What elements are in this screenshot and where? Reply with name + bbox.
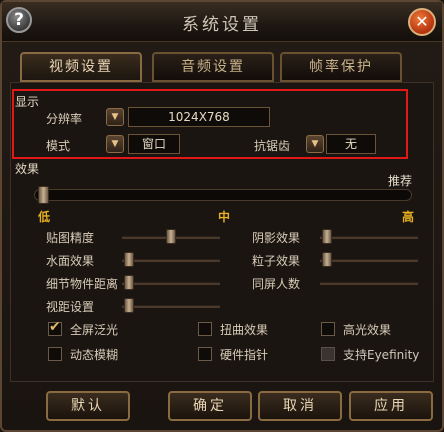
- tab-frame-rate-protection[interactable]: 帧率保护: [280, 52, 402, 82]
- apply-button[interactable]: 应用: [349, 391, 433, 421]
- triangle-down-icon: ▼: [311, 139, 319, 149]
- hardware-cursor-label: 硬件指针: [220, 348, 269, 362]
- settings-window: ? 系统设置 ✕ 视频设置 音频设置 帧率保护 显示 分辨率 ▼ 1024X76…: [0, 0, 444, 432]
- texture-quality-label: 贴图精度: [46, 231, 95, 245]
- same-screen-players-label: 同屏人数: [252, 277, 301, 291]
- mode-select[interactable]: 窗口: [128, 134, 180, 154]
- shadow-effect-slider[interactable]: [320, 236, 418, 239]
- antialias-label: 抗锯齿: [254, 139, 291, 153]
- specular-effect-label: 高光效果: [343, 323, 392, 337]
- triangle-down-icon: ▼: [111, 112, 119, 122]
- hardware-cursor-checkbox[interactable]: [198, 347, 212, 361]
- particle-effect-handle[interactable]: [322, 252, 332, 267]
- quality-slider-handle[interactable]: [38, 186, 49, 204]
- view-distance-slider[interactable]: [122, 305, 220, 308]
- recommended-label: 推荐: [388, 174, 413, 188]
- default-button[interactable]: 默认: [46, 391, 130, 421]
- title-bar: ? 系统设置 ✕: [2, 2, 442, 42]
- same-screen-players-slider[interactable]: [320, 282, 418, 285]
- antialias-select[interactable]: 无: [326, 134, 376, 154]
- fullscreen-bloom-checkbox[interactable]: [48, 319, 62, 336]
- view-distance-label: 视距设置: [46, 300, 95, 314]
- motion-blur-label: 动态模糊: [70, 348, 119, 362]
- window-title: 系统设置: [182, 15, 262, 35]
- mode-dropdown-button[interactable]: ▼: [106, 135, 124, 153]
- resolution-select[interactable]: 1024X768: [128, 107, 270, 127]
- effects-section-label: 效果: [15, 162, 40, 176]
- fullscreen-bloom-label: 全屏泛光: [70, 323, 119, 337]
- tab-video-settings[interactable]: 视频设置: [20, 52, 142, 82]
- view-distance-handle[interactable]: [124, 298, 134, 313]
- water-effect-slider[interactable]: [122, 259, 220, 262]
- close-button[interactable]: ✕: [408, 8, 436, 36]
- distortion-effect-checkbox[interactable]: [198, 322, 212, 336]
- motion-blur-checkbox[interactable]: [48, 347, 62, 361]
- shadow-effect-label: 阴影效果: [252, 231, 301, 245]
- cancel-button[interactable]: 取消: [258, 391, 342, 421]
- eyefinity-label: 支持Eyefinity: [343, 348, 420, 362]
- triangle-down-icon: ▼: [111, 139, 119, 149]
- resolution-label: 分辨率: [46, 112, 83, 126]
- level-mid-label: 中: [218, 210, 231, 224]
- detail-distance-slider[interactable]: [122, 282, 220, 285]
- texture-quality-handle[interactable]: [166, 229, 176, 244]
- water-effect-label: 水面效果: [46, 254, 95, 268]
- particle-effect-slider[interactable]: [320, 259, 418, 262]
- detail-distance-handle[interactable]: [124, 275, 134, 290]
- eyefinity-checkbox: [321, 347, 335, 361]
- distortion-effect-label: 扭曲效果: [220, 323, 269, 337]
- quality-slider-track[interactable]: [34, 189, 412, 201]
- specular-effect-checkbox[interactable]: [321, 322, 335, 336]
- water-effect-handle[interactable]: [124, 252, 134, 267]
- tab-audio-settings[interactable]: 音频设置: [152, 52, 274, 82]
- antialias-dropdown-button[interactable]: ▼: [306, 135, 324, 153]
- level-low-label: 低: [38, 210, 51, 224]
- ok-button[interactable]: 确定: [168, 391, 252, 421]
- resolution-dropdown-button[interactable]: ▼: [106, 108, 124, 126]
- level-high-label: 高: [402, 210, 415, 224]
- shadow-effect-handle[interactable]: [322, 229, 332, 244]
- close-icon: ✕: [415, 12, 429, 31]
- detail-distance-label: 细节物件距离: [46, 277, 119, 291]
- particle-effect-label: 粒子效果: [252, 254, 301, 268]
- mode-label: 模式: [46, 139, 71, 153]
